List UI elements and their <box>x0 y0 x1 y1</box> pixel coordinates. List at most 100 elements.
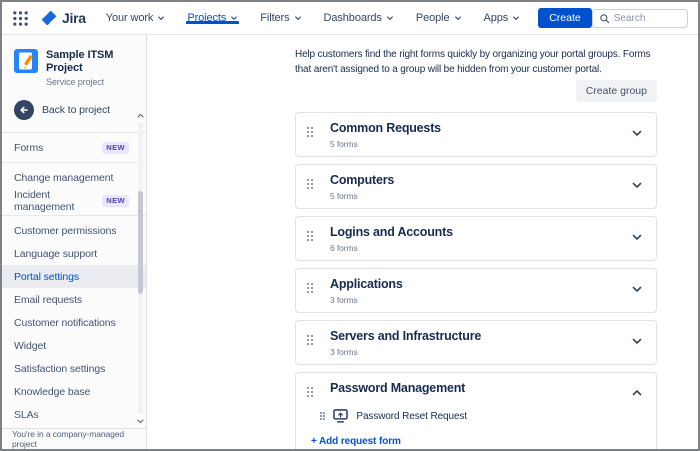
drag-handle-icon[interactable] <box>307 387 314 398</box>
nav-item-projects[interactable]: Projects <box>186 12 240 24</box>
scroll-up-icon[interactable] <box>136 111 145 119</box>
nav-item-label: Apps <box>483 12 509 24</box>
chevron-down-icon <box>157 14 165 22</box>
jira-home-link[interactable]: Jira <box>41 10 86 26</box>
project-header: Sample ITSM Project Service project <box>2 35 146 87</box>
project-sidebar: Sample ITSM Project Service project Back… <box>2 35 147 449</box>
chevron-down-icon[interactable] <box>629 281 645 297</box>
back-to-project[interactable]: Back to project <box>2 100 146 120</box>
nav-item-apps[interactable]: Apps <box>484 12 521 24</box>
sidebar-item-label: Satisfaction settings <box>14 362 106 375</box>
group-card-computers: Computers 5 forms <box>295 164 657 209</box>
global-search[interactable] <box>591 8 688 28</box>
portal-groups-panel: Help customers find the right forms quic… <box>148 35 698 449</box>
top-navigation: Jira Your work Projects Filters Dashboar… <box>2 2 698 35</box>
menu-divider <box>2 162 146 163</box>
group-title: Applications <box>330 277 403 291</box>
sidebar-item-label: Language support <box>14 247 98 260</box>
project-avatar <box>14 49 38 73</box>
sidebar-item-change-management[interactable]: Change management <box>2 166 146 189</box>
create-button[interactable]: Create <box>538 8 592 28</box>
app-switcher-grid-icon[interactable] <box>12 10 29 27</box>
sidebar-item-label: Customer notifications <box>14 316 116 329</box>
group-title: Computers <box>330 173 395 187</box>
chevron-down-icon <box>230 14 238 22</box>
sidebar-item-label: Change management <box>14 171 114 184</box>
settings-menu: Forms NEW Change management Incident man… <box>2 132 146 426</box>
back-to-project-label: Back to project <box>42 104 110 116</box>
nav-left: Jira Your work Projects Filters Dashboar… <box>12 2 592 34</box>
create-group-button[interactable]: Create group <box>575 80 657 102</box>
drag-handle-icon[interactable] <box>307 127 314 138</box>
nav-item-label: Your work <box>105 12 154 24</box>
sidebar-item-incident-management[interactable]: Incident management NEW <box>2 188 146 213</box>
group-title: Common Requests <box>330 121 441 135</box>
nav-item-label: Projects <box>187 12 227 24</box>
primary-nav: Your work Projects Filters Dashboards Pe… <box>106 12 520 24</box>
jira-logo-icon <box>41 10 57 26</box>
drag-handle-icon[interactable] <box>307 231 314 242</box>
nav-item-label: Filters <box>260 12 290 24</box>
group-forms-count: 3 forms <box>330 295 358 305</box>
sidebar-item-label: SLAs <box>14 408 39 421</box>
group-forms-count: 3 forms <box>330 347 358 357</box>
sidebar-item-customer-notifications[interactable]: Customer notifications <box>2 311 146 334</box>
chevron-down-icon[interactable] <box>629 333 645 349</box>
sidebar-item-forms[interactable]: Forms NEW <box>2 136 146 159</box>
request-form-row[interactable]: Password Reset Request <box>320 409 626 423</box>
nav-item-your-work[interactable]: Your work <box>106 12 166 24</box>
arrow-left-circle-icon <box>14 100 34 120</box>
drag-handle-icon[interactable] <box>307 179 314 190</box>
nav-item-label: Dashboards <box>323 12 382 24</box>
chevron-up-icon[interactable] <box>629 385 645 401</box>
project-titles: Sample ITSM Project Service project <box>46 49 136 87</box>
chevron-down-icon[interactable] <box>629 229 645 245</box>
drag-handle-icon[interactable] <box>307 283 314 294</box>
sidebar-item-label: Incident management <box>14 188 75 213</box>
sidebar-item-language-support[interactable]: Language support <box>2 242 146 265</box>
portal-groups-description: Help customers find the right forms quic… <box>295 49 651 75</box>
new-badge: NEW <box>102 194 129 207</box>
group-forms-count: 5 forms <box>330 191 358 201</box>
group-card-servers-and-infrastructure: Servers and Infrastructure 3 forms <box>295 320 657 365</box>
chevron-down-icon <box>294 14 302 22</box>
chevron-down-icon[interactable] <box>629 177 645 193</box>
sidebar-item-slas[interactable]: SLAs <box>2 403 146 426</box>
request-form-name: Password Reset Request <box>356 410 468 422</box>
sidebar-item-knowledge-base[interactable]: Knowledge base <box>2 380 146 403</box>
drag-handle-icon[interactable] <box>307 335 314 346</box>
group-forms-count: 6 forms <box>330 243 358 253</box>
sidebar-item-label: Widget <box>14 339 47 352</box>
nav-item-dashboards[interactable]: Dashboards <box>324 12 394 24</box>
jira-window: Jira Your work Projects Filters Dashboar… <box>0 0 700 451</box>
search-input[interactable] <box>613 12 681 24</box>
sidebar-item-label: Email requests <box>14 293 83 306</box>
sidebar-item-portal-settings[interactable]: Portal settings <box>2 265 146 288</box>
sidebar-item-email-requests[interactable]: Email requests <box>2 288 146 311</box>
group-title: Servers and Infrastructure <box>330 329 482 343</box>
project-type-footnote: You're in a company-managed project <box>2 428 146 449</box>
sidebar-item-satisfaction-settings[interactable]: Satisfaction settings <box>2 357 146 380</box>
monitor-icon <box>333 409 349 423</box>
sidebar-item-label: Portal settings <box>14 270 80 283</box>
drag-handle-icon[interactable] <box>320 411 326 421</box>
project-name: Sample ITSM Project <box>46 49 114 74</box>
chevron-down-icon <box>512 14 520 22</box>
scrollbar-thumb[interactable] <box>138 191 143 294</box>
actions-row: Create group <box>295 80 657 102</box>
group-card-applications: Applications 3 forms <box>295 268 657 313</box>
group-card-password-management: Password Management Password Reset Reque… <box>295 372 657 449</box>
group-title: Password Management <box>330 381 466 395</box>
chevron-down-icon[interactable] <box>629 125 645 141</box>
scroll-down-icon[interactable] <box>136 417 145 425</box>
sidebar-scrollbar <box>136 111 145 425</box>
nav-item-filters[interactable]: Filters <box>260 12 301 24</box>
menu-divider <box>2 215 146 216</box>
sidebar-item-customer-permissions[interactable]: Customer permissions <box>2 219 146 242</box>
sidebar-item-widget[interactable]: Widget <box>2 334 146 357</box>
nav-item-people[interactable]: People <box>416 12 462 24</box>
add-request-form-link[interactable]: + Add request form <box>311 436 401 447</box>
project-type: Service project <box>46 77 105 87</box>
portal-groups-content: Help customers find the right forms quic… <box>295 47 657 449</box>
sidebar-item-label: Forms <box>14 141 44 154</box>
